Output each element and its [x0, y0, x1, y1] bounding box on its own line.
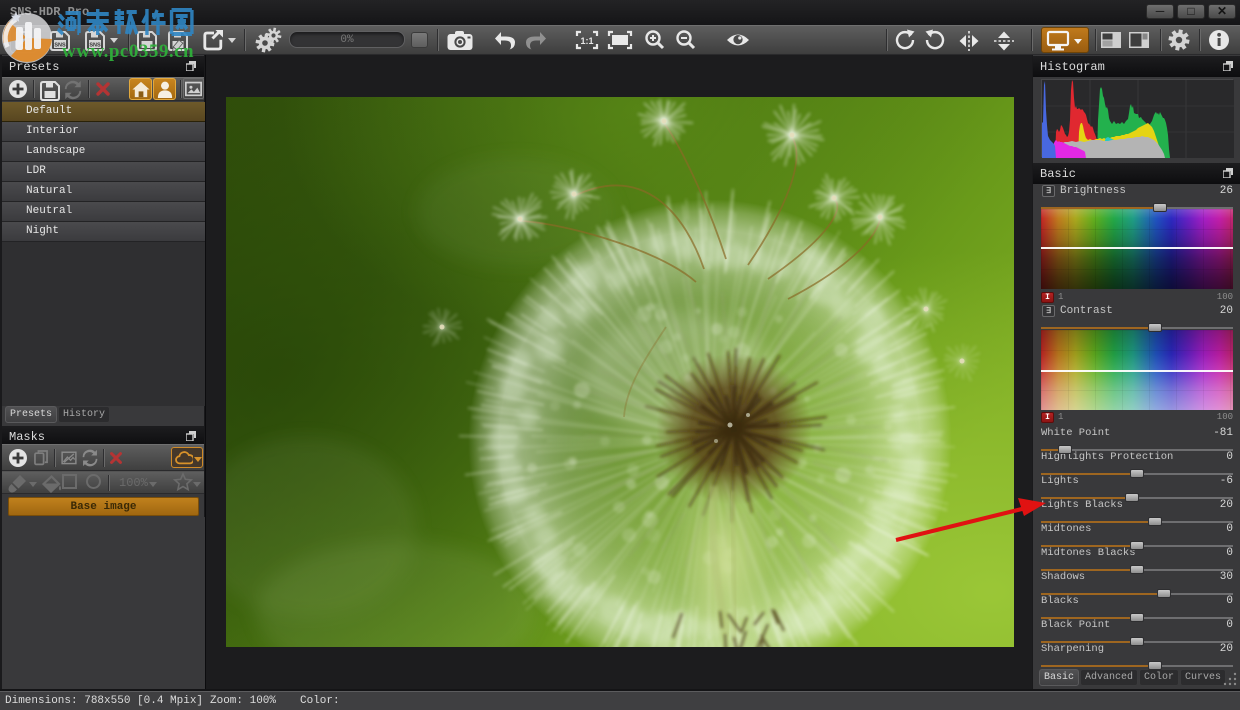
svg-text:1:1: 1:1	[580, 36, 593, 46]
